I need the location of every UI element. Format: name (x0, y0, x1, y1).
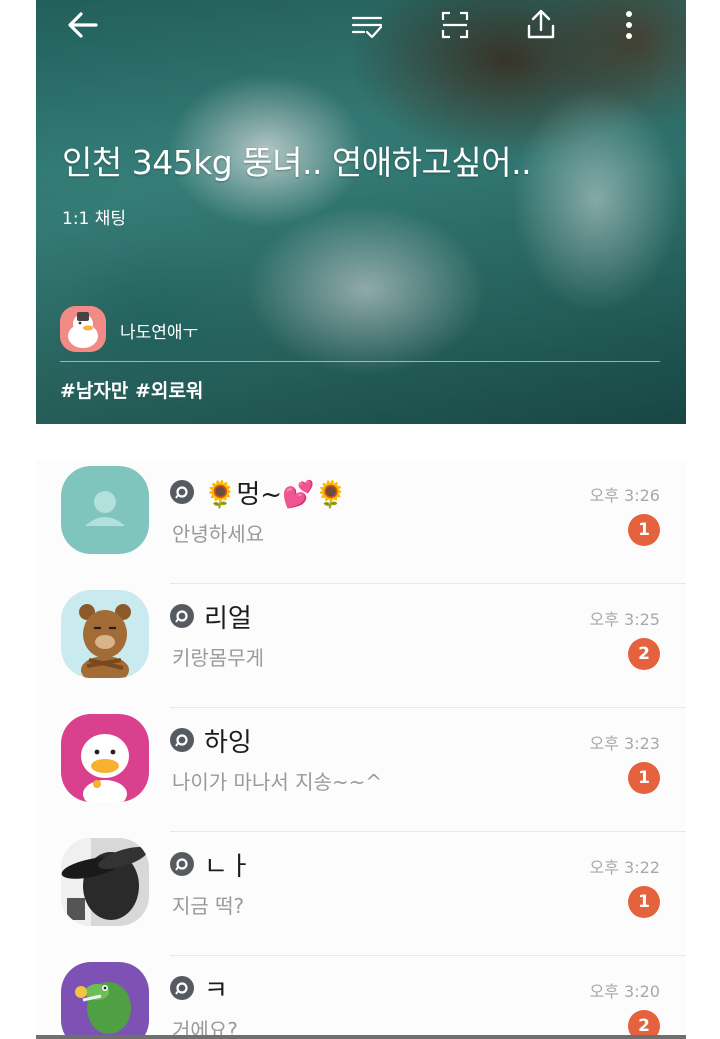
open-chat-icon (170, 976, 194, 1000)
open-chat-icon (170, 728, 194, 752)
chat-last-message: 거에요? (172, 1018, 238, 1036)
chat-row[interactable]: 🌻멍~💕🌻 안녕하세요 오후 3:26 1 (36, 460, 686, 584)
default-person-avatar (61, 466, 149, 554)
chat-name: 🌻멍~💕🌻 (204, 479, 347, 510)
duck-character-avatar (61, 714, 149, 802)
chat-row[interactable]: ㅋ 거에요? 오후 3:20 2 (36, 956, 686, 1036)
open-chat-icon (170, 852, 194, 876)
chat-row[interactable]: 하잉 나이가 마나서 지송~~^ 오후 3:23 1 (36, 708, 686, 832)
unread-badge: 2 (628, 638, 660, 670)
owner-avatar[interactable] (60, 306, 106, 352)
chat-name: 하잉 (204, 727, 252, 758)
chat-name: ㄴㅏ (204, 851, 252, 882)
unread-badge: 1 (628, 514, 660, 546)
more-vertical-icon[interactable] (616, 8, 642, 42)
chat-time: 오후 3:26 (589, 486, 660, 505)
open-chat-icon (170, 604, 194, 628)
chatroom-title: 인천 345kg 뚱녀.. 연애하고싶어.. (62, 143, 532, 182)
chat-time: 오후 3:25 (589, 610, 660, 629)
chat-last-message: 키랑몸무게 (172, 646, 264, 670)
capture-frame-icon[interactable] (440, 10, 470, 40)
chat-last-message: 나이가 마나서 지송~~^ (172, 770, 383, 794)
chat-list: 🌻멍~💕🌻 안녕하세요 오후 3:26 1 리얼 키랑몸무게 오후 3:25 2… (36, 460, 686, 1036)
header-divider (60, 361, 660, 362)
chat-time: 오후 3:22 (589, 858, 660, 877)
blurred-photo-avatar (61, 838, 149, 926)
chat-row[interactable]: 리얼 키랑몸무게 오후 3:25 2 (36, 584, 686, 708)
bottom-edge-line (36, 1035, 686, 1039)
bear-character-avatar (61, 590, 149, 678)
chat-last-message: 지금 떡? (172, 894, 245, 918)
chat-time: 오후 3:20 (589, 982, 660, 1001)
list-check-icon[interactable] (350, 12, 384, 42)
chatroom-type: 1:1 채팅 (62, 209, 127, 229)
owner-name: 나도연애ㅜ (120, 323, 199, 343)
chat-time: 오후 3:23 (589, 734, 660, 753)
unread-badge: 1 (628, 886, 660, 918)
chatroom-header: 인천 345kg 뚱녀.. 연애하고싶어.. 1:1 채팅 나도연애ㅜ #남자만… (36, 0, 686, 424)
crocodile-character-avatar (61, 962, 149, 1036)
share-upload-icon[interactable] (526, 8, 556, 40)
unread-badge: 2 (628, 1010, 660, 1036)
unread-badge: 1 (628, 762, 660, 794)
chat-row[interactable]: ㄴㅏ 지금 떡? 오후 3:22 1 (36, 832, 686, 956)
chat-last-message: 안녕하세요 (172, 522, 264, 546)
chatroom-hashtags: #남자만 #외로워 (60, 380, 204, 402)
back-arrow-icon[interactable] (66, 10, 100, 40)
chat-name: 리얼 (204, 603, 252, 634)
open-chat-icon (170, 480, 194, 504)
chat-name: ㅋ (204, 975, 228, 1006)
